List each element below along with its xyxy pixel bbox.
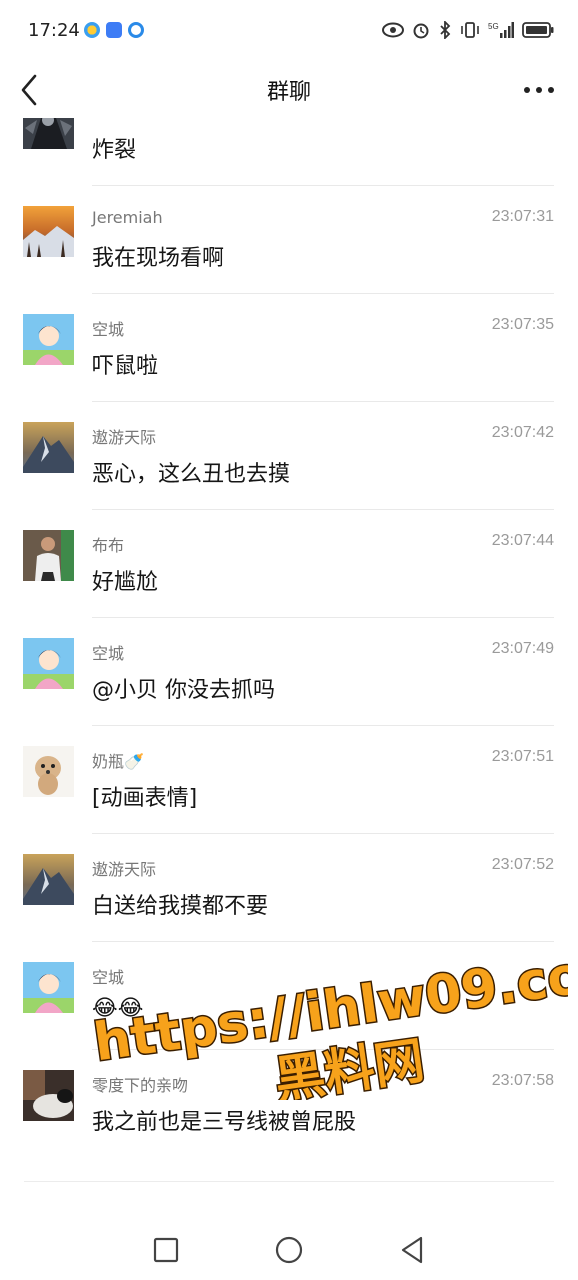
sender-name: 奶瓶🍼 xyxy=(92,752,144,771)
message-text: 白送给我摸都不要 xyxy=(92,894,269,919)
message-item[interactable]: 遨游天际 23:07:52 白送给我摸都不要 xyxy=(0,834,578,942)
signal-icon: 5G xyxy=(488,22,514,38)
sender-name: 空城 xyxy=(92,968,125,987)
message-time: 23:07:31 xyxy=(491,208,554,225)
message-item[interactable]: 空城 😂😂 xyxy=(0,942,578,1050)
home-icon[interactable] xyxy=(271,1232,307,1268)
avatar[interactable] xyxy=(23,118,74,149)
message-time: 23:07:58 xyxy=(491,1072,554,1089)
back-triangle-icon[interactable] xyxy=(394,1232,430,1268)
message-text: 炸裂 xyxy=(92,138,137,163)
avatar[interactable] xyxy=(23,314,74,365)
sync-notification-icon xyxy=(128,22,144,38)
message-time: 23:07:52 xyxy=(491,856,554,873)
sender-name: 遨游天际 xyxy=(92,860,157,879)
status-time: 17:24 xyxy=(28,20,80,41)
message-item[interactable]: 零度下的亲吻 23:07:58 我之前也是三号线被曾屁股 xyxy=(0,1050,578,1158)
system-status-icons: 5G xyxy=(382,21,554,39)
avatar[interactable] xyxy=(23,1070,74,1121)
sender-name: 空城 xyxy=(92,644,125,663)
message-text: [动画表情] xyxy=(92,786,198,811)
message-item[interactable]: 布布 23:07:44 好尴尬 xyxy=(0,510,578,618)
message-item[interactable]: 炸裂 xyxy=(0,118,578,186)
sender-name: 零度下的亲吻 xyxy=(92,1076,189,1095)
message-text: @小贝 你没去抓吗 xyxy=(92,678,275,703)
message-text: 😂😂 xyxy=(92,996,144,1021)
message-text: 好尴尬 xyxy=(92,570,159,595)
message-time: 23:07:44 xyxy=(491,532,554,549)
message-list[interactable]: 炸裂 Jeremiah 23:07:31 我在现场看啊 空城 23:07:35 … xyxy=(0,118,578,1188)
bluetooth-icon xyxy=(440,21,451,39)
message-time: 23:07:51 xyxy=(491,748,554,765)
message-text: 吓鼠啦 xyxy=(92,354,159,379)
sender-name: Jeremiah xyxy=(92,208,163,227)
message-item[interactable]: 奶瓶🍼 23:07:51 [动画表情] xyxy=(0,726,578,834)
avatar[interactable] xyxy=(23,530,74,581)
message-item[interactable]: 遨游天际 23:07:42 恶心，这么丑也去摸 xyxy=(0,402,578,510)
more-options-icon[interactable] xyxy=(522,80,556,100)
message-time: 23:07:35 xyxy=(491,316,554,333)
avatar[interactable] xyxy=(23,206,74,257)
avatar[interactable] xyxy=(23,854,74,905)
avatar[interactable] xyxy=(23,746,74,797)
battery-icon xyxy=(522,22,554,38)
sender-name: 遨游天际 xyxy=(92,428,157,447)
notification-icons xyxy=(84,22,144,38)
message-text: 恶心，这么丑也去摸 xyxy=(92,462,291,487)
avatar[interactable] xyxy=(23,422,74,473)
input-area-divider xyxy=(24,1181,554,1182)
alarm-icon xyxy=(413,23,429,39)
network-type-label: 5G xyxy=(488,22,499,31)
mail-notification-icon xyxy=(106,22,122,38)
vibrate-icon xyxy=(461,22,479,38)
chat-title: 群聊 xyxy=(266,80,311,105)
chat-header: 群聊 xyxy=(0,62,578,118)
message-text: 我在现场看啊 xyxy=(92,246,225,271)
sender-name: 布布 xyxy=(92,536,125,555)
system-navigation-bar xyxy=(0,1222,578,1278)
eye-icon xyxy=(382,22,404,38)
message-item[interactable]: 空城 23:07:49 @小贝 你没去抓吗 xyxy=(0,618,578,726)
avatar[interactable] xyxy=(23,638,74,689)
sender-name: 空城 xyxy=(92,320,125,339)
recent-apps-icon[interactable] xyxy=(148,1232,184,1268)
app-notification-icon xyxy=(84,22,100,38)
message-item[interactable]: Jeremiah 23:07:31 我在现场看啊 xyxy=(0,186,578,294)
message-time: 23:07:42 xyxy=(491,424,554,441)
message-item[interactable]: 空城 23:07:35 吓鼠啦 xyxy=(0,294,578,402)
message-time: 23:07:49 xyxy=(491,640,554,657)
avatar[interactable] xyxy=(23,962,74,1013)
message-text: 我之前也是三号线被曾屁股 xyxy=(92,1110,357,1135)
status-bar: 17:24 5G xyxy=(0,0,578,62)
